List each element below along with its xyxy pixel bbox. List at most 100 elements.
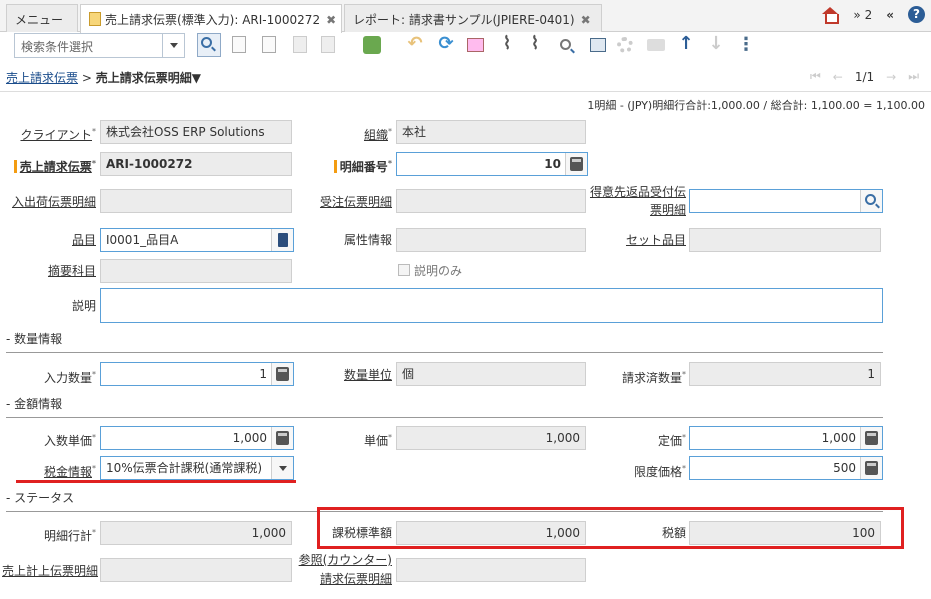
uom-field[interactable]: 個 [396,362,586,386]
limit-price-input[interactable]: 500 [689,456,883,480]
description-only-label: 説明のみ [414,264,463,278]
shipment-line-label[interactable]: 入出荷伝票明細 [10,195,96,209]
report-button[interactable] [588,35,608,55]
save-new-button[interactable] [318,35,338,55]
rma-line-label[interactable]: 得意先返品受付伝 票明細 [588,185,686,221]
process-button[interactable] [615,35,635,55]
section-qty[interactable]: - 数量情報 [6,330,62,347]
summary-account-field[interactable] [100,259,292,283]
print-button[interactable] [646,35,666,55]
breadcrumb-current[interactable]: 売上請求伝票明細 [96,71,192,85]
attribute-field[interactable] [396,228,586,252]
invoice-line-ref-label[interactable]: 売上計上伝票明細 [2,564,98,578]
delete-button[interactable] [362,35,382,55]
shipment-line-field[interactable] [100,189,292,213]
chevron-down-icon[interactable] [162,34,184,57]
new-record-button[interactable] [229,35,249,55]
unit-price-field[interactable]: 1,000 [396,426,586,450]
set-product-field[interactable] [689,228,881,252]
description-textarea[interactable] [100,288,883,323]
search-icon [201,37,212,48]
first-record-icon[interactable]: ⏮ [810,69,821,84]
close-tab-icon[interactable]: ✖ [581,13,591,27]
invoice-field[interactable]: ARI-1000272 [100,152,292,176]
copy-icon [262,36,276,53]
chevron-down-icon[interactable] [271,457,293,479]
attachment-button[interactable]: ⌇ [497,35,517,55]
qty-invoiced-field[interactable]: 1 [689,362,881,386]
uom-label[interactable]: 数量単位 [300,368,392,382]
previous-record-button[interactable]: ↑ [676,35,696,55]
client-label[interactable]: クライアント* [10,125,96,142]
counter-ref-field[interactable] [396,558,586,582]
order-line-field[interactable] [396,189,586,213]
description-only-checkbox[interactable] [398,264,410,276]
double-chevron-down-icon: » [853,7,861,22]
record-pager: ⏮ ← 1/1 → ⏭ [810,69,919,84]
caret-down-icon[interactable]: ▼ [192,71,201,85]
product-input[interactable]: I0001_品目A [100,228,294,252]
search-button[interactable] [860,190,882,212]
product-lookup-button[interactable] [271,229,293,251]
collapse-icon[interactable]: « [886,8,894,22]
price-entered-input[interactable]: 1,000 [100,426,294,450]
calculator-icon [570,157,583,171]
record-position: 1/1 [854,69,875,84]
archive-button[interactable]: ⌇ [525,35,545,55]
notification-indicator[interactable]: » 2 [853,8,872,22]
section-amount[interactable]: - 金額情報 [6,395,62,412]
breadcrumb-parent-link[interactable]: 売上請求伝票 [6,71,78,85]
order-line-label[interactable]: 受注伝票明細 [300,195,392,209]
unit-price-label: 単価* [363,433,392,448]
calculator-button[interactable] [860,427,882,449]
counter-ref-label[interactable]: 参照(カウンター) 請求伝票明細 [294,553,392,591]
tab-invoice[interactable]: 売上請求伝票(標準入力): ARI-1000272 ✖ [80,4,342,33]
home-icon[interactable] [821,6,840,24]
more-options-button[interactable]: ⋮ [736,35,756,55]
org-label[interactable]: 組織* [300,125,392,142]
zoom-icon [560,39,571,50]
calculator-button[interactable] [860,457,882,479]
close-tab-icon[interactable]: ✖ [326,13,336,27]
printer-icon [647,39,665,51]
search-query-select[interactable]: 検索条件選択 [14,33,185,58]
undo-button[interactable]: ↶ [405,35,425,55]
prev-record-icon[interactable]: ← [833,70,843,84]
help-icon[interactable]: ? [908,6,925,23]
grid-toggle-button[interactable] [466,35,486,55]
tab-report[interactable]: レポート: 請求書サンプル(JPIERE-0401) ✖ [344,4,602,32]
tax-select[interactable]: 10%伝票合計課税(通常課税) [100,456,294,480]
last-record-icon[interactable]: ⏭ [908,69,919,84]
qty-entered-input[interactable]: 1 [100,362,294,386]
line-total-field[interactable]: 1,000 [100,521,292,545]
client-field[interactable]: 株式会社OSS ERP Solutions [100,120,292,144]
undo-icon: ↶ [407,33,423,54]
invoice-line-ref-field[interactable] [100,558,292,582]
section-status[interactable]: - ステータス [6,489,74,506]
next-record-button[interactable]: ↓ [706,35,726,55]
toolbar: 検索条件選択 ↶ ⟳ ⌇ ⌇ ↑ ↓ ⋮ [0,33,931,63]
copy-button[interactable] [259,35,279,55]
calculator-button[interactable] [271,363,293,385]
zoom-across-button[interactable] [556,35,576,55]
save-button[interactable] [290,35,310,55]
save-icon [293,36,307,53]
highlight-box [317,507,904,549]
next-record-icon[interactable]: → [886,70,896,84]
list-price-input[interactable]: 1,000 [689,426,883,450]
summary-account-label[interactable]: 摘要科目 [10,264,96,278]
product-label[interactable]: 品目 [10,233,96,247]
calculator-button[interactable] [271,427,293,449]
find-button[interactable] [197,33,221,57]
calculator-button[interactable] [565,153,587,175]
set-product-label[interactable]: セット品目 [588,233,686,247]
refresh-button[interactable]: ⟳ [436,35,456,55]
tax-label[interactable]: 税金情報* [10,462,96,479]
invoice-label[interactable]: 売上請求伝票* [10,157,96,174]
rma-line-input[interactable] [689,189,883,213]
highlight-underline [16,480,296,483]
tab-menu[interactable]: メニュー [6,4,78,32]
line-no-input[interactable]: 10 [396,152,588,176]
gear-icon [617,37,633,53]
org-field[interactable]: 本社 [396,120,586,144]
